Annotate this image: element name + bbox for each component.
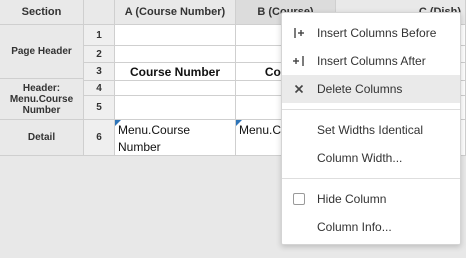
row-number[interactable]: 3 [84, 63, 115, 81]
insert-columns-before-item[interactable]: Insert Columns Before [282, 19, 460, 47]
delete-x-icon [292, 82, 306, 96]
cell-marker-icon [236, 120, 242, 126]
grid-cell[interactable] [115, 96, 236, 120]
column-info-item[interactable]: Column Info... [282, 213, 460, 241]
section-header-menu: Header: Menu.Course Number [0, 79, 84, 120]
grid-cell[interactable] [115, 46, 236, 63]
delete-columns-item[interactable]: Delete Columns [282, 75, 460, 103]
menu-item-label: Hide Column [317, 192, 387, 206]
menu-item-label: Column Info... [317, 220, 392, 234]
section-column-header: Section [0, 0, 84, 25]
menu-item-label: Insert Columns Before [317, 26, 437, 40]
cell-text: Menu.Course Number [118, 123, 191, 154]
menu-item-label: Set Widths Identical [317, 123, 424, 137]
column-context-menu: Insert Columns Before Insert Columns Aft… [281, 12, 461, 245]
hide-column-item[interactable]: Hide Column [282, 185, 460, 213]
rownum-column-header [84, 0, 115, 25]
menu-item-label: Column Width... [317, 151, 403, 165]
row-number[interactable]: 5 [84, 96, 115, 120]
set-widths-identical-item[interactable]: Set Widths Identical [282, 116, 460, 144]
insert-after-icon [292, 54, 306, 68]
cell-marker-icon [115, 120, 121, 126]
menu-divider [282, 178, 460, 179]
section-page-header: Page Header [0, 25, 84, 79]
row-number[interactable]: 4 [84, 81, 115, 96]
menu-item-label: Delete Columns [317, 82, 403, 96]
checkbox-icon[interactable] [292, 192, 306, 206]
menu-divider [282, 109, 460, 110]
insert-columns-after-item[interactable]: Insert Columns After [282, 47, 460, 75]
section-detail: Detail [0, 120, 84, 156]
insert-before-icon [292, 26, 306, 40]
column-header-a[interactable]: A (Course Number) [115, 0, 236, 25]
row-number[interactable]: 2 [84, 46, 115, 63]
column-width-item[interactable]: Column Width... [282, 144, 460, 172]
row-number[interactable]: 1 [84, 25, 115, 46]
grid-cell[interactable] [115, 81, 236, 96]
menu-item-label: Insert Columns After [317, 54, 426, 68]
grid-cell-detail-a[interactable]: Menu.Course Number [115, 120, 236, 156]
grid-cell-course-number[interactable]: Course Number [115, 63, 236, 81]
row-number[interactable]: 6 [84, 120, 115, 156]
grid-cell[interactable] [115, 25, 236, 46]
